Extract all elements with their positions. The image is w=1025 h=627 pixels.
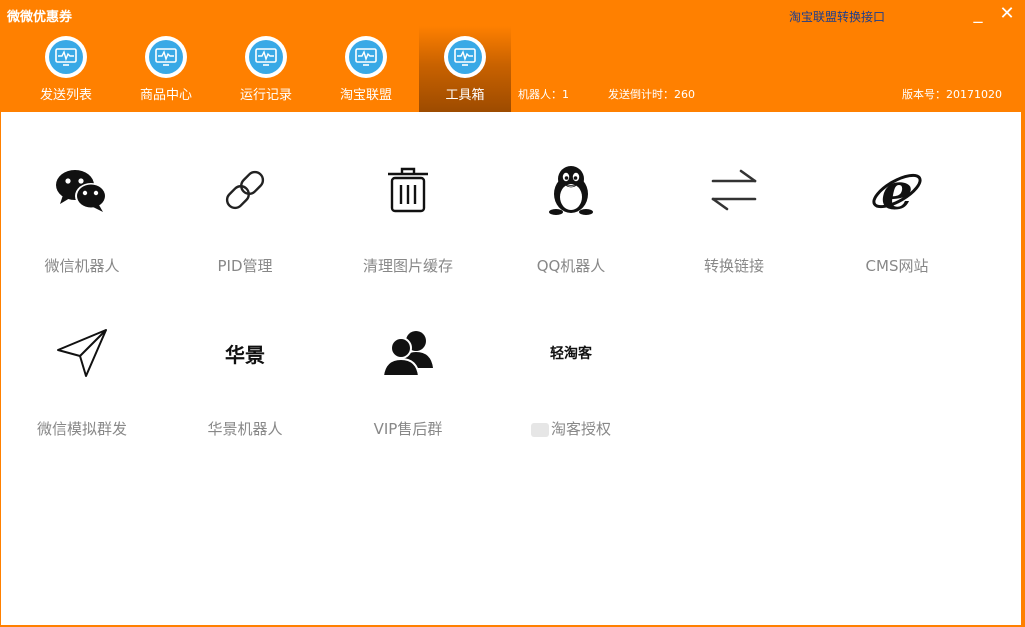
- tool-convert-link[interactable]: 转换链接: [659, 112, 809, 275]
- monitor-icon: [444, 36, 486, 78]
- tab-label: 运行记录: [239, 88, 292, 103]
- tab-label: 工具箱: [445, 88, 485, 103]
- title-bar: 微微优惠券 淘宝联盟转换接口 _ ✕ 发送列表 商品中心 运行记录 淘宝联盟 工…: [0, 0, 1025, 112]
- tool-label: QQ机器人: [536, 257, 606, 275]
- link-icon: [215, 160, 275, 220]
- huajing-logo-text: 华景: [225, 342, 265, 367]
- tool-vip-after-sales-group[interactable]: VIP售后群: [333, 275, 483, 438]
- tool-clear-image-cache[interactable]: 清理图片缓存: [333, 112, 483, 275]
- tool-label: PID管理: [217, 257, 273, 275]
- monitor-icon: [145, 36, 187, 78]
- tool-label: CMS网站: [865, 257, 929, 275]
- tool-label-text: 淘客授权: [550, 420, 611, 438]
- paper-plane-icon: [52, 323, 112, 383]
- qingtaoke-logo-text: 轻淘客: [550, 346, 592, 362]
- tab-product-center[interactable]: 商品中心: [120, 26, 212, 112]
- qingtaoke-logo: 轻淘客: [541, 323, 601, 383]
- tool-taoke-authorization[interactable]: 轻淘客 淘客授权: [496, 275, 646, 438]
- wechat-icon: [52, 160, 112, 220]
- tab-toolbox[interactable]: 工具箱: [419, 26, 511, 112]
- robot-count: 机器人：1: [518, 88, 569, 101]
- minimize-button[interactable]: _: [968, 4, 988, 24]
- send-countdown: 发送倒计时：260: [608, 88, 695, 101]
- monitor-icon: [245, 36, 287, 78]
- ie-browser-icon: e: [867, 160, 927, 220]
- monitor-icon: [45, 36, 87, 78]
- tool-qq-robot[interactable]: QQ机器人: [496, 112, 646, 275]
- trash-icon: [378, 160, 438, 220]
- tool-label: 转换链接: [703, 257, 764, 275]
- tool-label: 微信机器人: [44, 257, 120, 275]
- swap-arrows-icon: [704, 160, 764, 220]
- users-icon: [378, 323, 438, 383]
- tool-label: 淘客授权: [496, 418, 646, 439]
- tool-label: 微信模拟群发: [36, 420, 127, 438]
- tab-label: 商品中心: [139, 88, 192, 103]
- taobao-convert-link[interactable]: 淘宝联盟转换接口: [789, 8, 885, 25]
- tab-label: 淘宝联盟: [339, 88, 392, 103]
- app-title: 微微优惠券: [7, 10, 73, 25]
- tab-send-list[interactable]: 发送列表: [20, 26, 112, 112]
- monitor-icon: [345, 36, 387, 78]
- qq-penguin-icon: [541, 160, 601, 220]
- huajing-logo: 华景: [215, 323, 275, 383]
- toolbox-panel: 微信机器人 PID管理 清理图片缓存 QQ机器人 转换链接 e CMS网站 微信…: [1, 112, 1021, 625]
- tab-label: 发送列表: [39, 88, 92, 103]
- tool-label: 清理图片缓存: [362, 257, 453, 275]
- version-number: 版本号：20171020: [902, 88, 1002, 101]
- close-button[interactable]: ✕: [997, 4, 1017, 24]
- tool-huajing-robot[interactable]: 华景 华景机器人: [170, 275, 320, 439]
- tool-pid-management[interactable]: PID管理: [170, 112, 320, 275]
- tab-taobao-union[interactable]: 淘宝联盟: [320, 26, 412, 112]
- tab-run-log[interactable]: 运行记录: [220, 26, 312, 112]
- blurred-region: [530, 422, 549, 437]
- tool-wechat-robot[interactable]: 微信机器人: [7, 112, 157, 275]
- tool-cms-website[interactable]: e CMS网站: [822, 112, 972, 275]
- tool-label: VIP售后群: [373, 420, 443, 438]
- tool-label: 华景机器人: [207, 420, 283, 438]
- tool-wechat-mass-send[interactable]: 微信模拟群发: [7, 275, 157, 438]
